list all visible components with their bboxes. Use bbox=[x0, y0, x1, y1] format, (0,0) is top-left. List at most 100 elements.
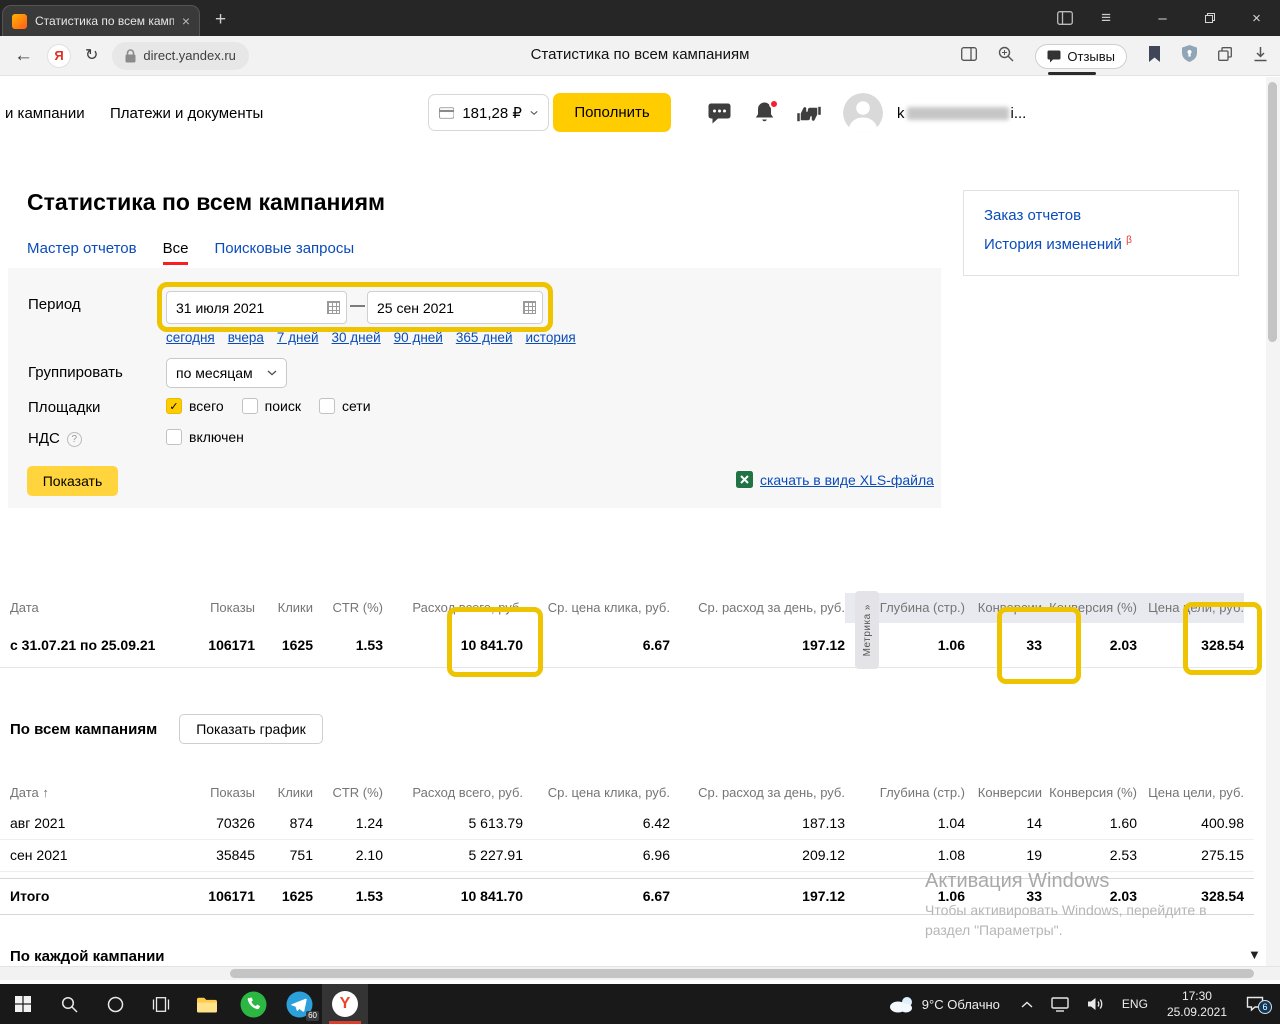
tab-panels-icon[interactable] bbox=[961, 46, 978, 66]
protect-shield-icon[interactable] bbox=[1182, 45, 1197, 67]
browser-tab[interactable]: Статистика по всем кампаниям × bbox=[2, 5, 200, 36]
header-cell-date-sort[interactable]: Дата ↑ bbox=[0, 778, 200, 808]
toolbar-right-icons: Отзывы bbox=[961, 36, 1268, 76]
horizontal-scrollbar[interactable] bbox=[0, 966, 1280, 980]
scroll-down-arrow-icon[interactable]: ▼ bbox=[1248, 947, 1261, 962]
tab-close-icon[interactable]: × bbox=[182, 14, 190, 28]
group-by-select[interactable]: по месяцам bbox=[166, 358, 287, 388]
per-campaign-section-title: По каждой кампании bbox=[10, 948, 165, 965]
balance-dropdown[interactable]: 181,28 ₽ bbox=[428, 94, 549, 131]
metrika-tab[interactable]: Метрика » bbox=[855, 591, 879, 669]
data-cell: 400.98 bbox=[1201, 815, 1244, 831]
address-bar[interactable]: direct.yandex.ru bbox=[112, 41, 249, 70]
window-restore-button[interactable] bbox=[1186, 0, 1233, 36]
date-to-input[interactable] bbox=[367, 291, 543, 324]
clock[interactable]: 17:30 25.09.2021 bbox=[1157, 988, 1237, 1020]
quick-link-30days[interactable]: 30 дней bbox=[332, 330, 381, 345]
data-cell: 10 841.70 bbox=[460, 637, 523, 653]
calendar-icon[interactable] bbox=[327, 301, 340, 314]
show-chart-button[interactable]: Показать график bbox=[179, 714, 323, 744]
tab-report-master[interactable]: Мастер отчетов bbox=[27, 240, 137, 257]
reviews-button[interactable]: Отзывы bbox=[1035, 43, 1127, 75]
side-panel-icon[interactable] bbox=[1057, 11, 1074, 25]
cortana-button[interactable] bbox=[92, 984, 138, 1024]
telegram-button[interactable]: 60 bbox=[276, 984, 322, 1024]
yandex-browser-button[interactable]: Y bbox=[322, 984, 368, 1024]
vertical-scrollbar[interactable] bbox=[1266, 77, 1280, 966]
checkbox-search-label: поиск bbox=[264, 398, 301, 414]
message-icon bbox=[1047, 50, 1061, 62]
checkbox-unchecked-icon[interactable] bbox=[241, 398, 258, 414]
quick-link-yesterday[interactable]: вчера bbox=[228, 330, 264, 345]
yandex-logo-button[interactable]: Я bbox=[47, 43, 71, 68]
quick-link-history[interactable]: история bbox=[526, 330, 576, 345]
windows-logo-icon bbox=[15, 996, 31, 1012]
language-indicator[interactable]: ENG bbox=[1113, 997, 1157, 1011]
volume-icon[interactable] bbox=[1078, 997, 1113, 1011]
new-tab-button[interactable]: + bbox=[215, 10, 226, 29]
horizontal-scrollbar-thumb[interactable] bbox=[230, 969, 1254, 978]
taskbar-search-button[interactable] bbox=[46, 984, 92, 1024]
tab-all[interactable]: Все bbox=[162, 240, 189, 265]
tab-search-queries[interactable]: Поисковые запросы bbox=[214, 240, 354, 257]
watermark-line: раздел "Параметры". bbox=[925, 922, 1063, 939]
bookmark-icon[interactable] bbox=[1148, 45, 1161, 67]
checkbox-unchecked-icon[interactable] bbox=[166, 429, 182, 445]
nav-my-campaigns[interactable]: и кампании bbox=[5, 105, 85, 122]
topup-button[interactable]: Пополнить bbox=[553, 93, 671, 132]
change-history-link[interactable]: История изменений β bbox=[984, 235, 1218, 253]
quick-link-today[interactable]: сегодня bbox=[166, 330, 215, 345]
checkbox-unchecked-icon[interactable] bbox=[318, 398, 335, 414]
help-icon[interactable]: ? bbox=[66, 432, 82, 447]
window-close-button[interactable]: × bbox=[1233, 0, 1280, 36]
xls-download-link[interactable]: скачать в виде XLS-файла bbox=[760, 472, 934, 488]
quick-link-90days[interactable]: 90 дней bbox=[394, 330, 443, 345]
telegram-badge: 60 bbox=[306, 1011, 319, 1021]
nav-payments-documents[interactable]: Платежи и документы bbox=[110, 105, 263, 122]
data-cell: 2.03 bbox=[1109, 637, 1137, 653]
whatsapp-button[interactable] bbox=[230, 984, 276, 1024]
chevron-up-icon bbox=[1021, 1001, 1033, 1008]
report-tabs: Мастер отчетов Все Поисковые запросы bbox=[27, 240, 354, 265]
username-blurred bbox=[906, 107, 1009, 120]
divider-cell bbox=[845, 778, 879, 808]
file-explorer-button[interactable] bbox=[184, 984, 230, 1024]
collections-icon[interactable] bbox=[1218, 46, 1232, 66]
chat-icon[interactable] bbox=[708, 103, 731, 129]
data-cell: 10 841.70 bbox=[460, 888, 523, 904]
checkbox-total[interactable]: ✓ всего bbox=[166, 398, 224, 414]
date-from-input[interactable] bbox=[166, 291, 347, 324]
checkbox-search[interactable]: поиск bbox=[241, 398, 301, 414]
username[interactable]: k i... bbox=[897, 105, 1026, 122]
notification-dot bbox=[769, 99, 779, 109]
window-minimize-button[interactable]: – bbox=[1139, 0, 1186, 36]
show-button[interactable]: Показать bbox=[27, 466, 118, 496]
order-reports-link[interactable]: Заказ отчетов bbox=[984, 207, 1218, 224]
header-cell: Расход всего, руб. bbox=[412, 600, 523, 615]
network-icon[interactable] bbox=[1042, 996, 1078, 1012]
downloads-icon[interactable] bbox=[1253, 46, 1268, 67]
quick-link-365days[interactable]: 365 дней bbox=[456, 330, 513, 345]
feedback-thumbs-icon[interactable] bbox=[795, 104, 823, 129]
calendar-icon[interactable] bbox=[523, 301, 536, 314]
data-cell: 1.06 bbox=[937, 637, 965, 653]
checkbox-vat-included[interactable]: включен bbox=[166, 429, 244, 445]
tabbar-right-controls: ≡ – × bbox=[1057, 0, 1280, 36]
data-cell: 6.67 bbox=[642, 637, 670, 653]
back-button[interactable]: ← bbox=[14, 46, 33, 65]
checkbox-checked-icon[interactable]: ✓ bbox=[166, 398, 182, 414]
task-view-button[interactable] bbox=[138, 984, 184, 1024]
weather-widget[interactable]: 9°C Облачно bbox=[876, 995, 1012, 1013]
vertical-scrollbar-thumb[interactable] bbox=[1268, 82, 1277, 342]
avatar[interactable] bbox=[843, 93, 883, 133]
tray-expand-button[interactable] bbox=[1012, 1001, 1042, 1008]
start-button[interactable] bbox=[0, 984, 46, 1024]
action-center-button[interactable]: 6 bbox=[1237, 996, 1280, 1014]
zoom-icon[interactable] bbox=[998, 46, 1014, 67]
checkbox-networks[interactable]: сети bbox=[318, 398, 371, 414]
browser-menu-icon[interactable]: ≡ bbox=[1101, 8, 1111, 28]
quick-link-7days[interactable]: 7 дней bbox=[277, 330, 319, 345]
data-cell: Итого bbox=[10, 888, 50, 904]
refresh-button[interactable]: ↻ bbox=[85, 47, 98, 64]
data-cell: с 31.07.21 по 25.09.21 bbox=[10, 637, 156, 653]
